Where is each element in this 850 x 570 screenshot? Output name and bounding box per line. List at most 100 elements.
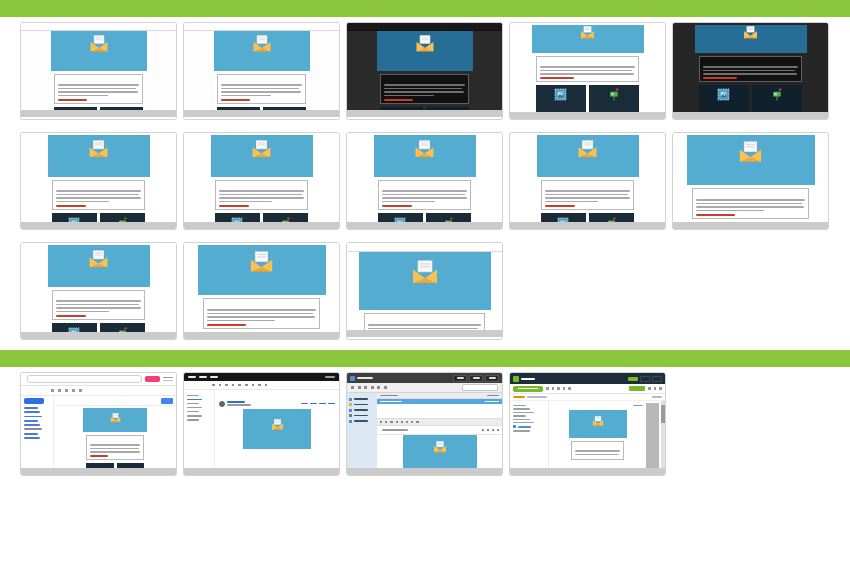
text-line bbox=[24, 419, 38, 422]
folder-item[interactable] bbox=[513, 421, 545, 424]
toolbar-icon bbox=[400, 420, 403, 424]
text-line bbox=[24, 411, 40, 414]
tiny-text bbox=[384, 77, 464, 82]
search-input[interactable] bbox=[462, 384, 498, 391]
topbar-button[interactable] bbox=[469, 374, 483, 382]
reply-button[interactable] bbox=[161, 397, 173, 404]
client-preview-card[interactable] bbox=[509, 132, 666, 230]
email-preview bbox=[531, 25, 644, 112]
text-line bbox=[218, 190, 305, 192]
client-preview-card[interactable] bbox=[346, 242, 503, 340]
client-preview-card[interactable] bbox=[509, 372, 666, 476]
sidebar-folders[interactable] bbox=[21, 396, 53, 468]
client-preview-card[interactable] bbox=[183, 132, 340, 230]
toolbar-icon bbox=[562, 387, 566, 390]
reading-pane bbox=[549, 401, 646, 468]
email-image-row bbox=[698, 85, 803, 112]
email-header-banner bbox=[373, 135, 476, 177]
topbar-button[interactable] bbox=[652, 375, 662, 382]
envelope-icon bbox=[433, 440, 447, 453]
client-preview-card[interactable] bbox=[346, 22, 503, 120]
client-preview-card[interactable] bbox=[509, 22, 666, 120]
logo-icon bbox=[513, 375, 519, 382]
text-line bbox=[206, 319, 275, 321]
topbar-button[interactable] bbox=[485, 374, 499, 382]
envelope-icon bbox=[88, 139, 109, 158]
folder-item[interactable] bbox=[513, 405, 545, 407]
topbar-button[interactable] bbox=[453, 374, 467, 382]
topbar-button[interactable] bbox=[640, 375, 650, 382]
logo-icon bbox=[350, 375, 355, 381]
search-input[interactable] bbox=[27, 375, 142, 383]
client-preview-card[interactable] bbox=[20, 132, 177, 230]
action-button[interactable] bbox=[629, 386, 646, 391]
client-preview-card[interactable] bbox=[183, 22, 340, 120]
text-line bbox=[55, 307, 141, 309]
text-line bbox=[381, 200, 435, 202]
client-preview-card[interactable] bbox=[20, 22, 177, 120]
text-line bbox=[539, 66, 636, 68]
client-preview-card[interactable] bbox=[672, 132, 829, 230]
client-preview-card[interactable] bbox=[346, 372, 503, 476]
write-email-button[interactable] bbox=[513, 385, 543, 392]
client-preview-card[interactable] bbox=[346, 132, 503, 230]
toolbar-icon bbox=[51, 389, 54, 392]
compose-button-sidebar[interactable] bbox=[24, 398, 44, 404]
client-preview-card[interactable] bbox=[20, 242, 177, 340]
sidebar-folders[interactable] bbox=[184, 390, 215, 468]
topbar-button[interactable] bbox=[628, 376, 638, 381]
client-preview-card[interactable] bbox=[20, 372, 177, 476]
folder-item[interactable] bbox=[513, 430, 545, 432]
client-preview-card[interactable] bbox=[183, 372, 340, 476]
folder-item[interactable] bbox=[513, 415, 545, 417]
email-preview bbox=[47, 135, 150, 222]
folder-item[interactable] bbox=[349, 414, 375, 417]
folder-item[interactable] bbox=[349, 403, 375, 406]
client-caption bbox=[21, 332, 176, 339]
text-line bbox=[210, 376, 218, 378]
folder-item[interactable] bbox=[513, 425, 545, 429]
folder-item[interactable] bbox=[513, 411, 545, 414]
text-line bbox=[206, 316, 316, 318]
client-thumbnail bbox=[673, 23, 828, 112]
email-preview bbox=[213, 31, 310, 110]
client-caption bbox=[184, 222, 339, 229]
image-block-mailbox bbox=[589, 85, 640, 112]
sidebar-folders[interactable] bbox=[347, 393, 377, 468]
mailbox-image-icon bbox=[608, 88, 621, 101]
folder-icon bbox=[349, 397, 352, 401]
client-preview-card[interactable] bbox=[672, 22, 829, 120]
stamp-image-icon bbox=[394, 216, 406, 222]
webmail-body bbox=[347, 393, 502, 468]
image-block-mailbox bbox=[116, 463, 145, 468]
web-preview-grid bbox=[0, 367, 850, 476]
text-line bbox=[199, 376, 207, 378]
toolbar-icon bbox=[390, 420, 393, 424]
text-line bbox=[513, 421, 534, 424]
scrollbar-thumb[interactable] bbox=[661, 405, 665, 423]
folder-item[interactable] bbox=[349, 419, 375, 423]
client-preview-card[interactable] bbox=[183, 242, 340, 340]
toolbar-icon bbox=[385, 420, 388, 424]
webmail-body bbox=[510, 401, 665, 468]
reading-header bbox=[377, 426, 502, 435]
folder-icon bbox=[349, 414, 352, 417]
compose-button[interactable] bbox=[145, 376, 160, 382]
text-line bbox=[221, 84, 302, 86]
mail-app-chrome bbox=[347, 243, 502, 252]
scrollbar[interactable] bbox=[661, 401, 665, 468]
envelope-icon bbox=[743, 26, 758, 39]
text-line bbox=[381, 190, 468, 192]
email-preview bbox=[686, 135, 815, 222]
folder-item[interactable] bbox=[513, 408, 545, 410]
toolbar-icon bbox=[244, 383, 248, 387]
toolbar-icons bbox=[51, 389, 82, 392]
sidebar-folders[interactable] bbox=[510, 401, 549, 468]
text-line bbox=[381, 204, 413, 207]
folder-item[interactable] bbox=[513, 418, 545, 420]
folder-item[interactable] bbox=[349, 408, 375, 412]
text-line bbox=[187, 394, 199, 397]
toolbar-icon bbox=[405, 420, 409, 424]
envelope-icon bbox=[592, 413, 604, 426]
folder-item[interactable] bbox=[349, 397, 375, 401]
